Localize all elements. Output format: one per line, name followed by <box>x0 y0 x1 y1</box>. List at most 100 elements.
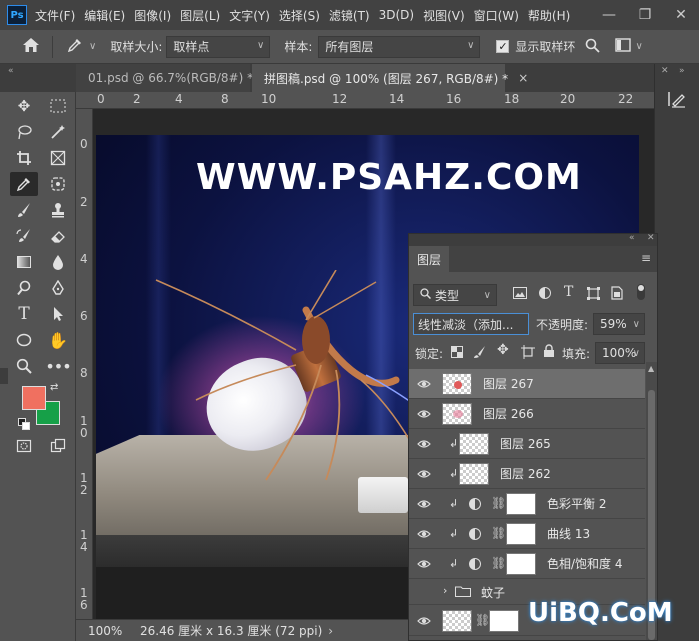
eraser-tool-icon[interactable] <box>46 224 70 248</box>
layer-mask-thumbnail[interactable] <box>506 493 536 515</box>
foreground-color-swatch[interactable] <box>22 386 46 410</box>
history-brush-tool-icon[interactable] <box>12 224 36 248</box>
path-selection-tool-icon[interactable] <box>46 302 70 326</box>
layer-name[interactable]: 色相/饱和度 4 <box>547 555 623 572</box>
minimize-button[interactable]: — <box>591 7 627 23</box>
tab-layers[interactable]: 图层 <box>409 246 449 272</box>
layer-row[interactable]: 图层 267 <box>409 369 645 399</box>
eye-icon[interactable] <box>417 557 431 571</box>
filter-type-icon[interactable]: T <box>564 284 573 300</box>
default-colors-icon[interactable] <box>18 418 30 430</box>
workspace-chevron-icon[interactable]: ∨ <box>635 41 642 52</box>
menu-image[interactable]: 图像(I) <box>134 7 171 24</box>
link-chain-icon[interactable]: ⛓ <box>475 613 490 627</box>
workspace-icon[interactable] <box>615 38 633 55</box>
filter-shape-icon[interactable] <box>587 287 600 303</box>
layer-row[interactable]: ↲ 图层 262 <box>409 459 645 489</box>
move-tool-icon[interactable]: ✥ <box>12 94 36 118</box>
link-chain-icon[interactable]: ⛓ <box>491 526 506 540</box>
menu-type[interactable]: 文字(Y) <box>229 7 270 24</box>
layer-mask-thumbnail[interactable] <box>506 553 536 575</box>
crop-tool-icon[interactable] <box>12 146 36 170</box>
brush-tool-icon[interactable] <box>12 198 36 222</box>
link-chain-icon[interactable]: ⛓ <box>491 556 506 570</box>
sample-size-select[interactable]: 取样点 ∨ <box>166 35 271 58</box>
blur-tool-icon[interactable] <box>46 250 70 274</box>
lasso-tool-icon[interactable] <box>12 120 36 144</box>
eye-icon[interactable] <box>417 437 431 451</box>
blend-mode-select[interactable]: 线性减淡（添加... <box>413 313 529 335</box>
layer-name[interactable]: 图层 266 <box>483 405 534 422</box>
type-tool-icon[interactable]: T <box>12 302 36 326</box>
panel-collapse-icon[interactable]: « <box>629 234 635 243</box>
clone-stamp-tool-icon[interactable] <box>46 198 70 222</box>
menu-filter[interactable]: 滤镜(T) <box>329 7 370 24</box>
panel-expand-icon[interactable]: » <box>679 66 685 76</box>
show-ring-checkbox[interactable]: ✓ <box>496 40 510 53</box>
spot-healing-tool-icon[interactable] <box>46 172 70 196</box>
layer-filter-select[interactable]: 类型 ∨ <box>413 284 497 306</box>
chevron-down-icon[interactable]: ∨ <box>633 319 640 330</box>
lock-position-icon[interactable]: ✥ <box>497 342 509 358</box>
filter-smart-object-icon[interactable] <box>611 286 623 303</box>
gradient-tool-icon[interactable] <box>12 250 36 274</box>
menu-select[interactable]: 选择(S) <box>279 7 320 24</box>
layer-name[interactable]: 色彩平衡 2 <box>547 495 606 512</box>
screen-mode-icon[interactable] <box>46 434 70 458</box>
layer-name[interactable]: 图层 265 <box>500 435 551 452</box>
layer-row[interactable]: ↲ 图层 265 <box>409 429 645 459</box>
eyedropper-tool-icon[interactable] <box>67 37 85 56</box>
lock-transparent-icon[interactable] <box>451 346 463 361</box>
eye-icon[interactable] <box>417 614 431 628</box>
properties-panel-icon[interactable] <box>667 90 687 108</box>
filter-pixel-icon[interactable] <box>513 287 527 302</box>
layer-name[interactable]: 图层 267 <box>483 375 534 392</box>
menu-window[interactable]: 窗口(W) <box>474 7 519 24</box>
layer-mask-thumbnail[interactable] <box>489 610 519 632</box>
filter-toggle-icon[interactable] <box>637 284 645 300</box>
close-icon[interactable]: × <box>518 71 528 85</box>
eye-icon[interactable] <box>417 407 431 421</box>
dock-close-icon[interactable]: ✕ <box>661 66 669 76</box>
menu-edit[interactable]: 编辑(E) <box>84 7 125 24</box>
pen-tool-icon[interactable] <box>46 276 70 300</box>
layer-name[interactable]: 曲线 13 <box>547 525 590 542</box>
tab-01-psd[interactable]: 01.psd @ 66.7%(RGB/8#) * × <box>76 64 273 92</box>
frame-tool-icon[interactable] <box>46 146 70 170</box>
eyedropper-tool-icon[interactable] <box>10 172 38 196</box>
tab-pintugao-psd[interactable]: 拼图稿.psd @ 100% (图层 267, RGB/8#) * × <box>252 64 528 92</box>
lock-artboard-icon[interactable] <box>521 345 535 362</box>
eye-icon[interactable] <box>417 377 431 391</box>
marquee-tool-icon[interactable] <box>46 94 70 118</box>
close-button[interactable]: ✕ <box>663 7 699 23</box>
menu-file[interactable]: 文件(F) <box>35 7 75 24</box>
menu-view[interactable]: 视图(V) <box>423 7 465 24</box>
home-icon[interactable] <box>22 37 42 56</box>
layer-row[interactable]: 图层 266 <box>409 399 645 429</box>
zoom-tool-icon[interactable] <box>12 354 36 378</box>
restore-button[interactable]: ❐ <box>627 7 663 23</box>
sample-select[interactable]: 所有图层 ∨ <box>318 35 481 58</box>
scroll-up-icon[interactable]: ▲ <box>648 364 654 373</box>
opacity-input[interactable]: 59% ∨ <box>593 313 645 335</box>
lock-pixels-icon[interactable] <box>473 345 487 362</box>
hand-tool-icon[interactable]: ✋ <box>46 328 70 352</box>
fill-input[interactable]: 100% ∨ <box>595 342 645 364</box>
menu-layer[interactable]: 图层(L) <box>180 7 220 24</box>
zoom-level[interactable]: 100% <box>88 624 132 638</box>
layer-row[interactable]: ↲ ⛓ 色彩平衡 2 <box>409 489 645 519</box>
magic-wand-tool-icon[interactable] <box>46 120 70 144</box>
menu-3d[interactable]: 3D(D) <box>379 8 414 22</box>
chevron-right-icon[interactable]: › <box>443 584 447 597</box>
panel-close-icon[interactable]: ✕ <box>647 234 655 243</box>
status-menu-arrow-icon[interactable]: › <box>328 624 333 638</box>
layer-mask-thumbnail[interactable] <box>506 523 536 545</box>
eye-icon[interactable] <box>417 467 431 481</box>
ellipse-tool-icon[interactable] <box>12 328 36 352</box>
eye-icon[interactable] <box>417 497 431 511</box>
panel-collapse-icon[interactable]: « <box>8 66 14 76</box>
search-icon[interactable] <box>585 38 601 56</box>
filter-adjustment-icon[interactable] <box>539 287 551 299</box>
lock-all-icon[interactable] <box>543 344 555 361</box>
swap-colors-icon[interactable]: ⇄ <box>50 382 58 393</box>
